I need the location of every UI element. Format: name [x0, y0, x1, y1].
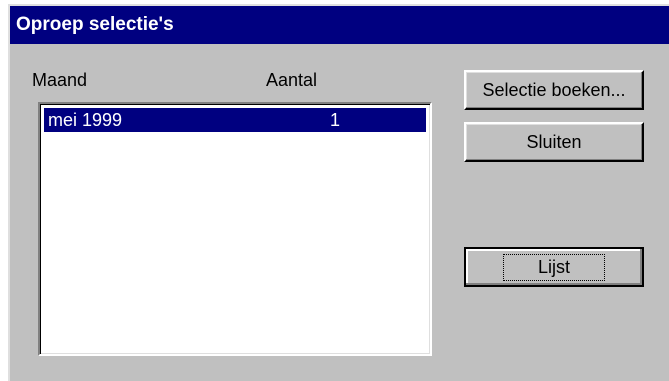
column-header-count[interactable]: Aantal	[266, 70, 317, 91]
book-selection-button[interactable]: Selectie boeken...	[464, 70, 644, 110]
close-label: Sluiten	[526, 131, 582, 152]
column-header-month[interactable]: Maand	[32, 70, 87, 91]
book-selection-label: Selectie boeken...	[482, 79, 626, 100]
list-label: Lijst	[502, 253, 605, 281]
dialog-window: Oproep selectie's Maand Aantal mei 1999 …	[8, 4, 669, 381]
title-bar: Oproep selectie's	[10, 6, 669, 44]
list-item-count: 1	[329, 110, 340, 130]
list-button[interactable]: Lijst	[464, 247, 644, 287]
list-item[interactable]: mei 1999 1	[44, 108, 426, 132]
window-title: Oproep selectie's	[16, 14, 174, 35]
selection-listbox[interactable]: mei 1999 1	[38, 102, 432, 356]
list-item-month: mei 1999	[48, 110, 123, 130]
close-button[interactable]: Sluiten	[464, 122, 644, 162]
